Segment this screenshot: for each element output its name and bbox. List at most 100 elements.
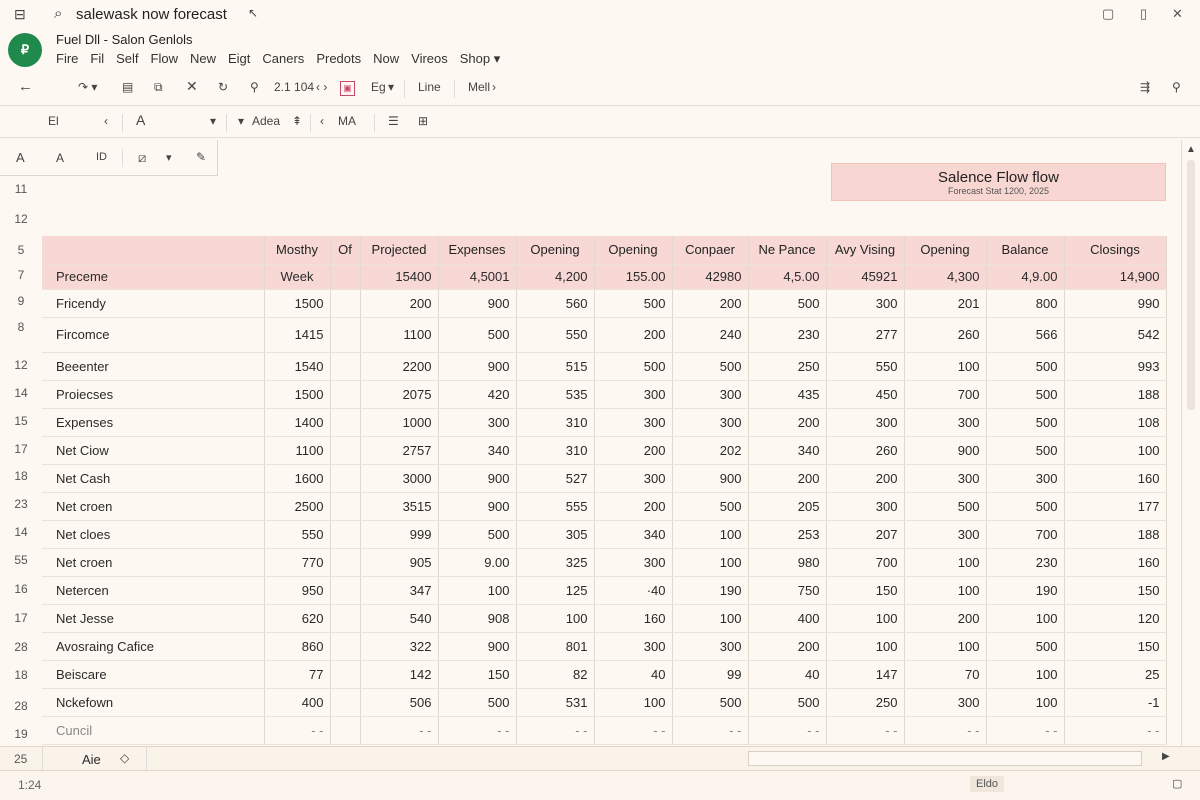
- table-cell[interactable]: 200: [672, 289, 749, 318]
- table-cell[interactable]: 340: [438, 436, 517, 465]
- column-header[interactable]: Ne Pance: [748, 236, 827, 265]
- pen-icon[interactable]: ✎: [196, 150, 206, 164]
- wrap-icon[interactable]: ⊞: [418, 114, 428, 128]
- table-cell[interactable]: 620: [264, 604, 331, 633]
- table-cell[interactable]: 500: [986, 408, 1065, 437]
- table-cell[interactable]: 147: [826, 660, 905, 689]
- table-cell[interactable]: 300: [594, 380, 673, 409]
- table-cell[interactable]: 500: [986, 492, 1065, 521]
- table-cell[interactable]: 100: [516, 604, 595, 633]
- table-cell[interactable]: 400: [748, 604, 827, 633]
- table-cell[interactable]: 322: [360, 632, 439, 661]
- table-cell[interactable]: 100: [672, 604, 749, 633]
- table-cell[interactable]: 310: [516, 436, 595, 465]
- table-cell[interactable]: 300: [438, 408, 517, 437]
- row-number[interactable]: 55: [0, 553, 42, 567]
- subheader-cell[interactable]: Preceme: [42, 264, 265, 290]
- chevron-right-icon[interactable]: ›: [492, 80, 496, 94]
- subheader-cell[interactable]: 45921: [826, 264, 905, 290]
- table-cell[interactable]: - -: [438, 716, 517, 745]
- table-cell[interactable]: 325: [516, 548, 595, 577]
- cut-icon[interactable]: ✕: [186, 78, 198, 95]
- row-label[interactable]: Netercen: [42, 576, 265, 605]
- table-cell[interactable]: 435: [748, 380, 827, 409]
- table-cell[interactable]: 1000: [360, 408, 439, 437]
- table-cell[interactable]: [330, 380, 361, 409]
- table-cell[interactable]: 310: [516, 408, 595, 437]
- menu-item[interactable]: Eigt: [228, 51, 250, 67]
- row-label[interactable]: Net Cash: [42, 464, 265, 493]
- table-cell[interactable]: 260: [826, 436, 905, 465]
- table-cell[interactable]: 550: [516, 317, 595, 353]
- subheader-cell[interactable]: 15400: [360, 264, 439, 290]
- line-button[interactable]: Line: [418, 80, 441, 94]
- table-cell[interactable]: - -: [826, 716, 905, 745]
- menu-item[interactable]: Now: [373, 51, 399, 67]
- table-cell[interactable]: 9.00: [438, 548, 517, 577]
- table-cell[interactable]: 277: [826, 317, 905, 353]
- table-cell[interactable]: 2500: [264, 492, 331, 521]
- table-cell[interactable]: 200: [748, 464, 827, 493]
- table-cell[interactable]: [330, 604, 361, 633]
- table-cell[interactable]: 200: [594, 492, 673, 521]
- font-select[interactable]: A: [136, 112, 145, 128]
- chevron-down-icon[interactable]: ▾: [210, 114, 216, 128]
- back-arrow-icon[interactable]: ←: [18, 78, 33, 95]
- column-header[interactable]: Opening: [594, 236, 673, 265]
- row-number[interactable]: 12: [0, 358, 42, 372]
- table-cell[interactable]: 100: [904, 632, 987, 661]
- table-cell[interactable]: 420: [438, 380, 517, 409]
- table-cell[interactable]: 253: [748, 520, 827, 549]
- table-cell[interactable]: 542: [1064, 317, 1167, 353]
- table-cell[interactable]: 300: [672, 632, 749, 661]
- table-cell[interactable]: 190: [986, 576, 1065, 605]
- table-cell[interactable]: [330, 317, 361, 353]
- table-cell[interactable]: 900: [438, 464, 517, 493]
- table-cell[interactable]: [330, 688, 361, 717]
- table-cell[interactable]: 500: [748, 289, 827, 318]
- table-cell[interactable]: - -: [986, 716, 1065, 745]
- search-icon[interactable]: ⌕: [54, 5, 62, 22]
- row-number[interactable]: 14: [0, 525, 42, 539]
- row-number[interactable]: 28: [0, 640, 42, 654]
- menu-item[interactable]: Flow: [151, 51, 178, 67]
- subheader-cell[interactable]: 14,900: [1064, 264, 1167, 290]
- row-label[interactable]: Fricendy: [42, 289, 265, 318]
- table-cell[interactable]: 800: [986, 289, 1065, 318]
- table-cell[interactable]: 993: [1064, 352, 1167, 381]
- table-cell[interactable]: 150: [438, 660, 517, 689]
- table-cell[interactable]: -1: [1064, 688, 1167, 717]
- table-cell[interactable]: 531: [516, 688, 595, 717]
- table-cell[interactable]: - -: [516, 716, 595, 745]
- table-cell[interactable]: 1100: [360, 317, 439, 353]
- row-number[interactable]: 14: [0, 386, 42, 400]
- table-cell[interactable]: 1600: [264, 464, 331, 493]
- table-cell[interactable]: 900: [438, 632, 517, 661]
- copy-icon[interactable]: ⧉: [154, 80, 163, 95]
- table-cell[interactable]: 82: [516, 660, 595, 689]
- row-label[interactable]: Fircomce: [42, 317, 265, 353]
- row-number[interactable]: 28: [0, 699, 42, 713]
- table-cell[interactable]: 300: [672, 380, 749, 409]
- table-cell[interactable]: [330, 660, 361, 689]
- table-cell[interactable]: 700: [826, 548, 905, 577]
- column-header[interactable]: Avy Vising: [826, 236, 905, 265]
- menu-item[interactable]: Shop ▾: [460, 51, 501, 67]
- table-cell[interactable]: 3000: [360, 464, 439, 493]
- close-icon[interactable]: ✕: [1172, 6, 1183, 22]
- chevron-left-icon[interactable]: ‹: [104, 114, 108, 128]
- table-cell[interactable]: 2200: [360, 352, 439, 381]
- table-cell[interactable]: 550: [826, 352, 905, 381]
- menu-item[interactable]: Predots: [316, 51, 361, 67]
- table-cell[interactable]: 900: [438, 492, 517, 521]
- horizontal-scrollbar[interactable]: [748, 751, 1142, 766]
- table-cell[interactable]: 100: [904, 352, 987, 381]
- row-number[interactable]: 16: [0, 582, 42, 596]
- row-label[interactable]: Expenses: [42, 408, 265, 437]
- table-cell[interactable]: [330, 352, 361, 381]
- table-cell[interactable]: 506: [360, 688, 439, 717]
- table-cell[interactable]: 999: [360, 520, 439, 549]
- chevron-down-icon[interactable]: ▾: [238, 114, 244, 128]
- table-cell[interactable]: 540: [360, 604, 439, 633]
- table-cell[interactable]: 200: [748, 408, 827, 437]
